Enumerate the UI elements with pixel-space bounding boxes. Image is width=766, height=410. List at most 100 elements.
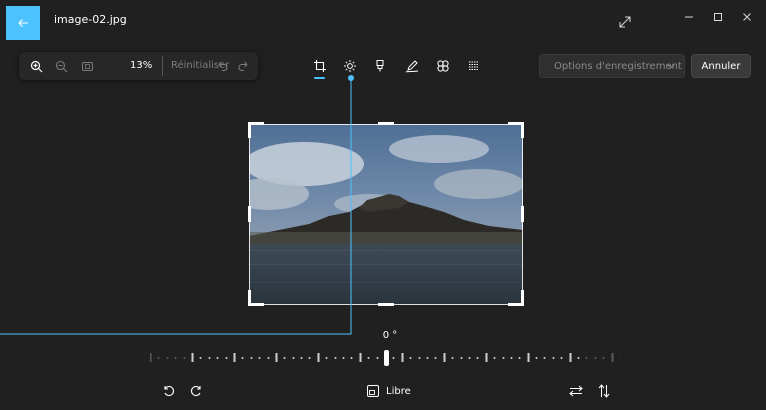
fit-to-window-button[interactable] — [79, 58, 95, 74]
ruler-minor-tick — [418, 357, 421, 359]
minimize-button[interactable] — [675, 8, 703, 26]
flip-horizontal-button[interactable] — [567, 382, 585, 400]
ruler-minor-tick — [174, 357, 177, 359]
crop-handle-bottom-right-vertical[interactable] — [521, 290, 524, 306]
tool-markup[interactable] — [371, 57, 389, 75]
redo-button[interactable] — [236, 58, 252, 74]
zoom-in-icon — [30, 60, 42, 72]
ruler-major-tick — [527, 353, 530, 362]
ruler-minor-tick — [350, 357, 353, 359]
ruler-major-tick — [485, 353, 488, 362]
straighten-slider-thumb[interactable] — [384, 350, 389, 366]
ruler-minor-tick — [367, 357, 370, 359]
ruler-minor-tick — [552, 357, 555, 359]
divider — [162, 56, 163, 76]
ruler-minor-tick — [283, 357, 286, 359]
ruler-minor-tick — [510, 357, 513, 359]
ruler-minor-tick — [183, 357, 186, 359]
expand-button[interactable] — [618, 14, 634, 30]
tool-background[interactable] — [465, 57, 483, 75]
undo-icon — [218, 61, 228, 71]
active-tool-indicator — [314, 77, 325, 79]
ruler-minor-tick — [535, 357, 538, 359]
tool-filters[interactable] — [434, 57, 452, 75]
ruler-major-tick — [191, 353, 194, 362]
flip-vertical-button[interactable] — [595, 382, 613, 400]
ruler-minor-tick — [250, 357, 253, 359]
ruler-minor-tick — [157, 357, 160, 359]
ruler-minor-tick — [560, 357, 563, 359]
markup-icon — [376, 60, 384, 72]
crop-handle-bottom[interactable] — [378, 303, 394, 306]
flip-vertical-icon — [598, 384, 610, 398]
redo-icon — [238, 61, 248, 71]
undo-button[interactable] — [214, 58, 230, 74]
ruler-minor-tick — [594, 357, 597, 359]
flip-horizontal-icon — [569, 385, 583, 397]
crop-handle-top[interactable] — [378, 122, 394, 125]
tool-brightness[interactable] — [341, 57, 359, 75]
ruler-minor-tick — [577, 357, 580, 359]
ruler-major-tick — [443, 353, 446, 362]
zoom-out-button[interactable] — [53, 58, 69, 74]
zoom-in-button[interactable] — [28, 58, 44, 74]
ruler-minor-tick — [267, 357, 270, 359]
aspect-ratio-button[interactable]: Libre — [366, 381, 411, 401]
ruler-minor-tick — [342, 357, 345, 359]
filters-icon — [437, 60, 449, 72]
ruler-major-tick — [275, 353, 278, 362]
ruler-minor-tick — [518, 357, 521, 359]
tool-draw[interactable] — [403, 57, 421, 75]
ruler-minor-tick — [434, 357, 437, 359]
ruler-minor-tick — [325, 357, 328, 359]
ruler-minor-tick — [409, 357, 412, 359]
ruler-minor-tick — [476, 357, 479, 359]
crop-handle-left[interactable] — [248, 206, 251, 222]
ruler-minor-tick — [543, 357, 546, 359]
ruler-minor-tick — [451, 357, 454, 359]
save-options-dropdown[interactable]: Options d'enregistrement — [539, 54, 685, 78]
rotate-left-button[interactable] — [160, 382, 178, 400]
minimize-icon — [685, 16, 693, 18]
tool-crop[interactable] — [311, 57, 329, 75]
arrow-left-icon — [18, 19, 28, 27]
crop-handle-right[interactable] — [521, 206, 524, 222]
photo-canvas[interactable] — [249, 124, 523, 305]
ruler-minor-tick — [292, 357, 295, 359]
close-icon — [743, 13, 751, 21]
close-button[interactable] — [733, 8, 761, 26]
angle-label: 0 ° — [382, 330, 398, 341]
ruler-minor-tick — [166, 357, 169, 359]
crop-handle-top-left-vertical[interactable] — [248, 122, 251, 138]
ruler-minor-tick — [426, 357, 429, 359]
back-button[interactable] — [6, 6, 40, 40]
ruler-minor-tick — [392, 357, 395, 359]
ruler-minor-tick — [602, 357, 605, 359]
ruler-minor-tick — [208, 357, 211, 359]
file-name: image-02.jpg — [54, 13, 127, 26]
crop-handle-bottom-left-vertical[interactable] — [248, 290, 251, 306]
ruler-minor-tick — [376, 357, 379, 359]
ruler-minor-tick — [502, 357, 505, 359]
maximize-button[interactable] — [704, 8, 732, 26]
zoom-out-icon — [55, 60, 67, 72]
crop-handle-top-right-vertical[interactable] — [521, 122, 524, 138]
ruler-major-tick — [569, 353, 572, 362]
cancel-button[interactable]: Annuler — [691, 54, 751, 78]
ruler-minor-tick — [460, 357, 463, 359]
ruler-minor-tick — [199, 357, 202, 359]
ruler-major-tick — [359, 353, 362, 362]
ruler-minor-tick — [585, 357, 588, 359]
ruler-minor-tick — [300, 357, 303, 359]
chevron-down-icon — [667, 64, 675, 69]
ruler-minor-tick — [216, 357, 219, 359]
aspect-ratio-label: Libre — [386, 385, 411, 397]
ruler-minor-tick — [468, 357, 471, 359]
save-options-label: Options d'enregistrement — [554, 60, 682, 72]
fit-to-window-icon — [81, 61, 93, 71]
ruler-minor-tick — [241, 357, 244, 359]
rotate-right-button[interactable] — [187, 382, 205, 400]
zoom-toolbar: 13% Réinitialiser — [19, 52, 258, 80]
rotate-right-icon — [190, 385, 201, 397]
zoom-percent: 13% — [130, 60, 153, 71]
